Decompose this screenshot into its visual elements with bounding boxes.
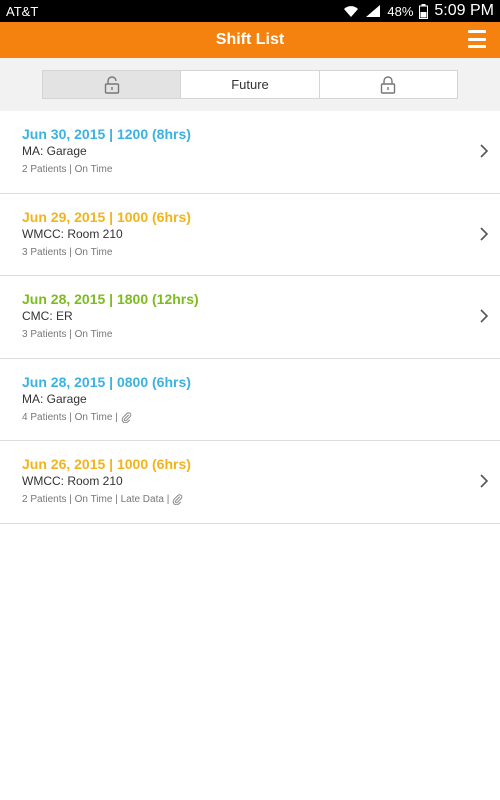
unlocked-lock-icon	[104, 75, 119, 94]
chevron-right-icon	[480, 226, 489, 241]
shift-row[interactable]: Jun 29, 2015 | 1000 (6hrs) WMCC: Room 21…	[0, 193, 500, 276]
chevron-right-icon	[480, 144, 489, 158]
shift-location: MA: Garage	[22, 391, 87, 406]
shift-location: MA: Garage	[22, 144, 87, 158]
filter-segment-area: Future	[0, 58, 500, 111]
tab-locked[interactable]	[320, 71, 457, 98]
menu-button[interactable]	[468, 30, 486, 48]
battery-icon	[419, 3, 429, 19]
shift-details-text: 3 Patients | On Time	[22, 246, 113, 258]
tab-future-label: Future	[231, 77, 269, 92]
hamburger-menu-icon	[468, 30, 486, 33]
shift-details-text: 4 Patients | On Time |	[22, 411, 118, 423]
shift-location: WMCC: Room 210	[22, 474, 123, 488]
shift-date: Jun 26, 2015 | 1000 (6hrs)	[22, 456, 191, 472]
shift-details: 4 Patients | On Time |	[22, 412, 478, 423]
chevron-right-icon	[480, 309, 489, 323]
shift-location: WMCC: Room 210	[22, 226, 123, 241]
clock: 5:09 PM	[434, 2, 494, 19]
page-title: Shift List	[215, 31, 285, 48]
app-bar: Shift List	[0, 22, 500, 58]
shift-details: 3 Patients | On Time	[22, 247, 478, 258]
status-icons: 48% 5:09 PM	[343, 2, 494, 20]
shift-details-text: 2 Patients | On Time	[22, 164, 113, 175]
shift-details: 2 Patients | On Time | Late Data |	[22, 494, 478, 505]
attachment-icon	[121, 411, 132, 423]
status-bar: AT&T 48% 5:09 PM	[0, 0, 500, 22]
shift-details-text: 3 Patients | On Time	[22, 329, 113, 340]
tab-unlocked[interactable]	[43, 71, 182, 98]
shift-date: Jun 28, 2015 | 1800 (12hrs)	[22, 291, 199, 307]
shift-row[interactable]: Jun 28, 2015 | 1800 (12hrs) CMC: ER 3 Pa…	[0, 276, 500, 359]
shift-list: Jun 30, 2015 | 1200 (8hrs) MA: Garage 2 …	[0, 111, 500, 524]
shift-row[interactable]: Jun 30, 2015 | 1200 (8hrs) MA: Garage 2 …	[0, 111, 500, 194]
shift-date: Jun 29, 2015 | 1000 (6hrs)	[22, 208, 191, 225]
shift-details-text: 2 Patients | On Time | Late Data |	[22, 494, 170, 505]
chevron-right-icon	[480, 474, 489, 488]
tab-future[interactable]: Future	[181, 71, 320, 98]
wifi-icon	[344, 6, 359, 17]
shift-location: CMC: ER	[22, 309, 73, 323]
carrier-label: AT&T	[6, 3, 39, 19]
locked-lock-icon	[381, 75, 396, 94]
shift-row[interactable]: Jun 28, 2015 | 0800 (6hrs) MA: Garage 4 …	[0, 358, 500, 441]
signal-icon	[366, 5, 381, 17]
attachment-icon	[172, 494, 183, 505]
shift-details: 3 Patients | On Time	[22, 329, 478, 340]
filter-segmented-control: Future	[42, 70, 458, 99]
battery-percent: 48%	[387, 3, 414, 19]
shift-date: Jun 28, 2015 | 0800 (6hrs)	[22, 373, 191, 390]
shift-date: Jun 30, 2015 | 1200 (8hrs)	[22, 126, 191, 142]
shift-row[interactable]: Jun 26, 2015 | 1000 (6hrs) WMCC: Room 21…	[0, 441, 500, 524]
shift-details: 2 Patients | On Time	[22, 164, 478, 175]
